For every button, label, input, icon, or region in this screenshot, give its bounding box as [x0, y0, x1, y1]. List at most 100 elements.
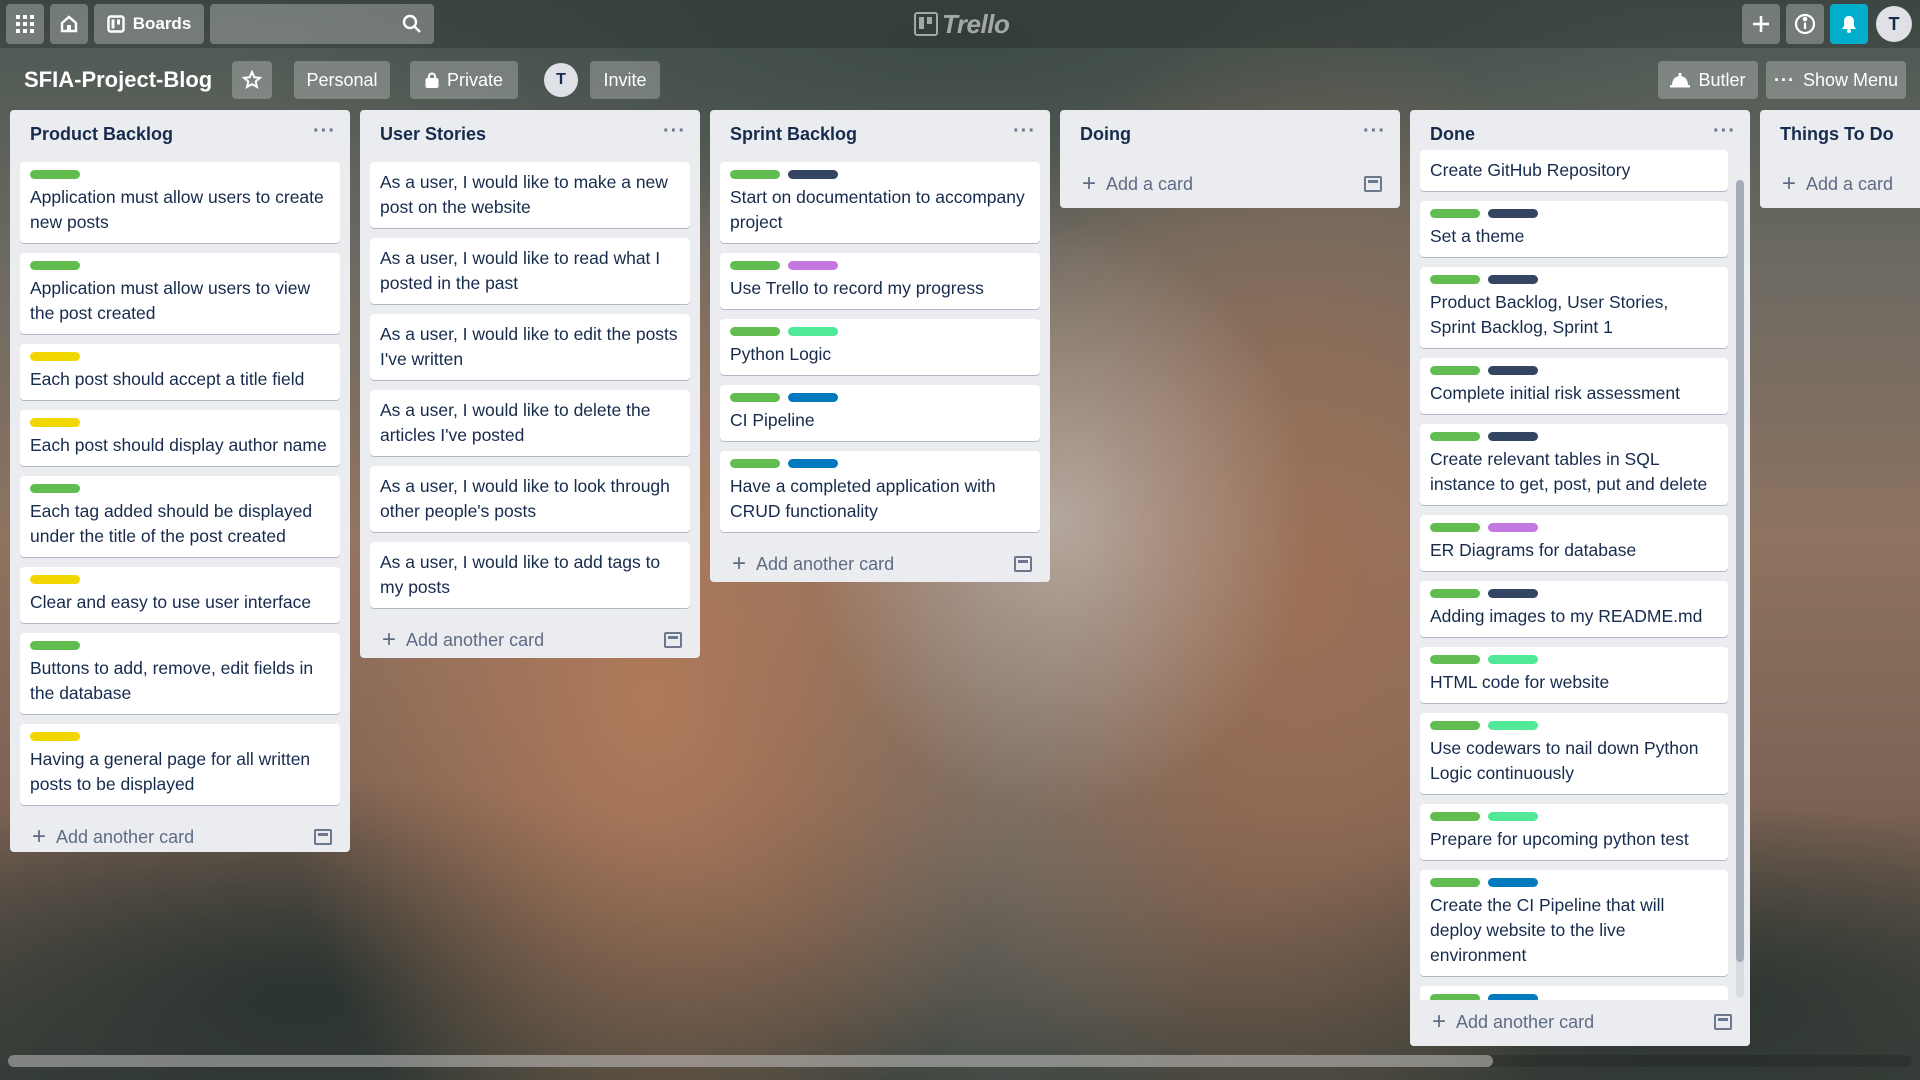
list-title[interactable]: Product Backlog	[30, 124, 173, 145]
label-yellow[interactable]	[30, 575, 80, 584]
label-yellow[interactable]	[30, 732, 80, 741]
label-green[interactable]	[730, 459, 780, 468]
show-menu-button[interactable]: ··· Show Menu	[1766, 61, 1906, 99]
list-menu-button[interactable]: ···	[313, 120, 336, 143]
label-green[interactable]	[1430, 523, 1480, 532]
label-yellow[interactable]	[30, 352, 80, 361]
card[interactable]: HTML code for website	[1420, 647, 1728, 703]
label-green[interactable]	[1430, 812, 1480, 821]
label-navy[interactable]	[788, 170, 838, 179]
label-green[interactable]	[30, 261, 80, 270]
add-card-button[interactable]: + Add a card	[1760, 162, 1920, 208]
notifications-button[interactable]	[1830, 4, 1868, 44]
card[interactable]: As a user, I would like to make a new po…	[370, 162, 690, 228]
label-lime[interactable]	[788, 327, 838, 336]
card[interactable]: As a user, I would like to delete the ar…	[370, 390, 690, 456]
card[interactable]: Start on documentation to accompany proj…	[720, 162, 1040, 243]
label-green[interactable]	[1430, 275, 1480, 284]
card[interactable]: Each tag added should be displayed under…	[20, 476, 340, 557]
card-template-icon[interactable]	[1714, 1014, 1732, 1030]
card[interactable]: Buttons to add, remove, edit fields in t…	[20, 633, 340, 714]
add-card-button[interactable]: + Add a card	[1060, 162, 1400, 208]
card[interactable]: As a user, I would like to edit the post…	[370, 314, 690, 380]
card[interactable]: Clear and easy to use user interface	[20, 567, 340, 623]
invite-button[interactable]: Invite	[590, 61, 660, 99]
board-title[interactable]: SFIA-Project-Blog	[24, 64, 212, 96]
label-green[interactable]	[1430, 366, 1480, 375]
label-purple[interactable]	[1488, 523, 1538, 532]
done-list-scrollbar[interactable]	[1736, 180, 1744, 998]
label-green[interactable]	[1430, 432, 1480, 441]
list-menu-button[interactable]: ···	[1713, 120, 1736, 143]
create-button[interactable]	[1742, 4, 1780, 44]
label-navy[interactable]	[1488, 432, 1538, 441]
board-horizontal-scrollbar-thumb[interactable]	[8, 1055, 1493, 1067]
card[interactable]: ER Diagrams for database	[1420, 515, 1728, 571]
privacy-button[interactable]: Private	[410, 61, 518, 99]
label-lime[interactable]	[1488, 721, 1538, 730]
label-lime[interactable]	[1488, 655, 1538, 664]
home-button[interactable]	[50, 4, 88, 44]
done-list-scrollbar-thumb[interactable]	[1736, 180, 1744, 962]
list-title[interactable]: Things To Do	[1780, 124, 1894, 145]
butler-button[interactable]: Butler	[1658, 61, 1758, 99]
label-navy[interactable]	[1488, 275, 1538, 284]
card[interactable]: Prepare for upcoming python test	[1420, 804, 1728, 860]
search-input[interactable]	[210, 4, 434, 44]
card[interactable]: Create relevant tables in SQL instance t…	[1420, 424, 1728, 505]
card[interactable]: Complete initial risk assessment	[1420, 358, 1728, 414]
card[interactable]: Python Logic	[720, 319, 1040, 375]
star-button[interactable]	[232, 61, 272, 99]
boards-button[interactable]: Boards	[94, 4, 204, 44]
list-title[interactable]: Doing	[1080, 124, 1131, 145]
card-template-icon[interactable]	[1364, 176, 1382, 192]
label-green[interactable]	[730, 261, 780, 270]
label-green[interactable]	[730, 170, 780, 179]
add-card-button[interactable]: + Add another card	[710, 542, 1050, 588]
list-title[interactable]: User Stories	[380, 124, 486, 145]
card[interactable]: Have a completed application with CRUD f…	[720, 451, 1040, 532]
card[interactable]: Application must allow users to create n…	[20, 162, 340, 243]
member-avatar[interactable]: T	[544, 63, 578, 97]
label-green[interactable]	[730, 327, 780, 336]
label-green[interactable]	[1430, 878, 1480, 887]
list-menu-button[interactable]: ···	[663, 120, 686, 143]
card[interactable]: Use Trello to record my progress	[720, 253, 1040, 309]
card[interactable]: Each post should accept a title field	[20, 344, 340, 400]
label-navy[interactable]	[1488, 209, 1538, 218]
label-lime[interactable]	[1488, 812, 1538, 821]
label-green[interactable]	[1430, 655, 1480, 664]
card[interactable]: Create the CI Pipeline that will deploy …	[1420, 870, 1728, 976]
card[interactable]: CI Pipeline	[720, 385, 1040, 441]
label-blue[interactable]	[788, 459, 838, 468]
board-horizontal-scrollbar[interactable]	[8, 1055, 1912, 1067]
card[interactable]: Each post should display author name	[20, 410, 340, 466]
add-card-button[interactable]: + Add another card	[1410, 1000, 1750, 1046]
card[interactable]: Product Backlog, User Stories, Sprint Ba…	[1420, 267, 1728, 348]
label-blue[interactable]	[1488, 878, 1538, 887]
list-title[interactable]: Sprint Backlog	[730, 124, 857, 145]
label-navy[interactable]	[1488, 366, 1538, 375]
label-green[interactable]	[1430, 209, 1480, 218]
add-card-button[interactable]: + Add another card	[360, 618, 700, 664]
list-title[interactable]: Done	[1430, 124, 1475, 145]
add-card-button[interactable]: + Add another card	[10, 815, 350, 861]
label-green[interactable]	[30, 641, 80, 650]
label-green[interactable]	[730, 393, 780, 402]
card[interactable]: Adding images to my README.md	[1420, 581, 1728, 637]
card[interactable]: As a user, I would like to add tags to m…	[370, 542, 690, 608]
label-yellow[interactable]	[30, 418, 80, 427]
card[interactable]: As a user, I would like to look through …	[370, 466, 690, 532]
card[interactable]: Use codewars to nail down Python Logic c…	[1420, 713, 1728, 794]
label-green[interactable]	[30, 170, 80, 179]
card[interactable]: Set a theme	[1420, 201, 1728, 257]
user-avatar[interactable]: T	[1876, 6, 1912, 42]
card[interactable]: As a user, I would like to read what I p…	[370, 238, 690, 304]
label-green[interactable]	[30, 484, 80, 493]
label-blue[interactable]	[788, 393, 838, 402]
list-menu-button[interactable]: ···	[1013, 120, 1036, 143]
list-menu-button[interactable]: ···	[1363, 120, 1386, 143]
trello-logo[interactable]: Trello	[914, 8, 1010, 40]
label-green[interactable]	[1430, 721, 1480, 730]
card[interactable]: Application must allow users to view the…	[20, 253, 340, 334]
